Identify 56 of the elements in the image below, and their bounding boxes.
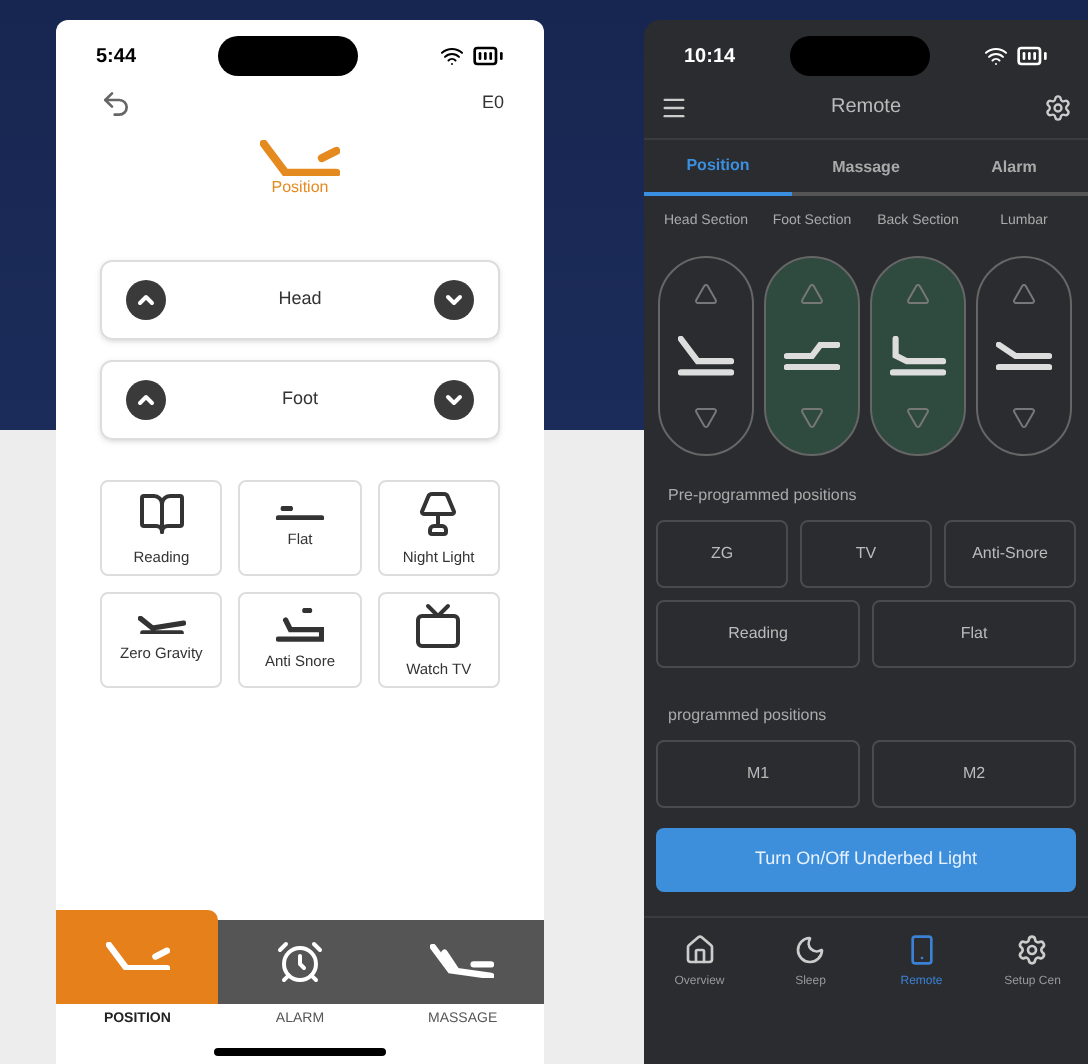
- up-button[interactable]: [126, 380, 166, 421]
- recliner-logo-icon: [260, 140, 340, 177]
- recliner-icon: [430, 943, 495, 979]
- page-title: Position: [271, 176, 329, 201]
- camera-notch: [218, 36, 358, 76]
- bed-section-icon: [784, 342, 840, 370]
- tab[interactable]: Alarm: [940, 140, 1088, 196]
- tv-icon: [414, 601, 463, 650]
- adjuster-label: Head: [278, 286, 322, 313]
- memory-button[interactable]: M1: [656, 740, 860, 808]
- adjuster-label: Foot: [281, 386, 318, 413]
- status-time: 10:14: [684, 43, 736, 71]
- moon-icon: [794, 934, 827, 966]
- camera-notch: [789, 36, 930, 76]
- status-time: 5:44: [96, 43, 137, 71]
- memory-button[interactable]: M2: [872, 740, 1076, 808]
- tab[interactable]: Position: [644, 140, 792, 196]
- section-control[interactable]: [764, 256, 860, 456]
- bed-section-icon: [996, 342, 1052, 370]
- section-control[interactable]: [658, 256, 754, 456]
- bed-icon: [137, 615, 186, 635]
- down-button[interactable]: [433, 280, 474, 321]
- down-button[interactable]: [433, 380, 474, 421]
- preset-button[interactable]: Anti-Snore: [944, 520, 1076, 588]
- menu-icon[interactable]: [660, 93, 688, 121]
- preset-button[interactable]: Flat: [872, 600, 1076, 668]
- section-heading: programmed positions: [666, 704, 829, 728]
- down-arrow-icon: [694, 406, 718, 430]
- up-arrow-icon: [1012, 282, 1036, 306]
- recliner-icon: [105, 941, 170, 971]
- settings-icon: [1016, 934, 1049, 966]
- bed-icon: [275, 608, 324, 642]
- section-control[interactable]: [870, 256, 966, 456]
- down-arrow-icon: [800, 406, 824, 430]
- section-control[interactable]: [976, 256, 1072, 456]
- section-heading: Pre-programmed positions: [666, 484, 859, 508]
- down-arrow-icon: [906, 406, 930, 430]
- bed-section-icon: [890, 336, 946, 376]
- down-arrow-icon: [1012, 406, 1036, 430]
- screen-title: Remote: [830, 94, 901, 122]
- preset-button[interactable]: Reading: [656, 600, 860, 668]
- book-icon: [137, 489, 186, 538]
- settings-icon[interactable]: [1043, 93, 1072, 121]
- home-icon: [683, 934, 716, 966]
- bed-icon: [275, 505, 324, 521]
- error-code: E0: [481, 90, 504, 117]
- remote-icon: [905, 934, 938, 966]
- alarm-clock-icon: [275, 937, 324, 985]
- up-arrow-icon: [800, 282, 824, 306]
- preset-button[interactable]: TV: [800, 520, 932, 588]
- up-arrow-icon: [906, 282, 930, 306]
- up-button[interactable]: [126, 280, 166, 321]
- bed-section-icon: [678, 336, 734, 376]
- up-arrow-icon: [694, 282, 718, 306]
- tab[interactable]: Massage: [792, 140, 940, 196]
- preset-button[interactable]: ZG: [656, 520, 788, 588]
